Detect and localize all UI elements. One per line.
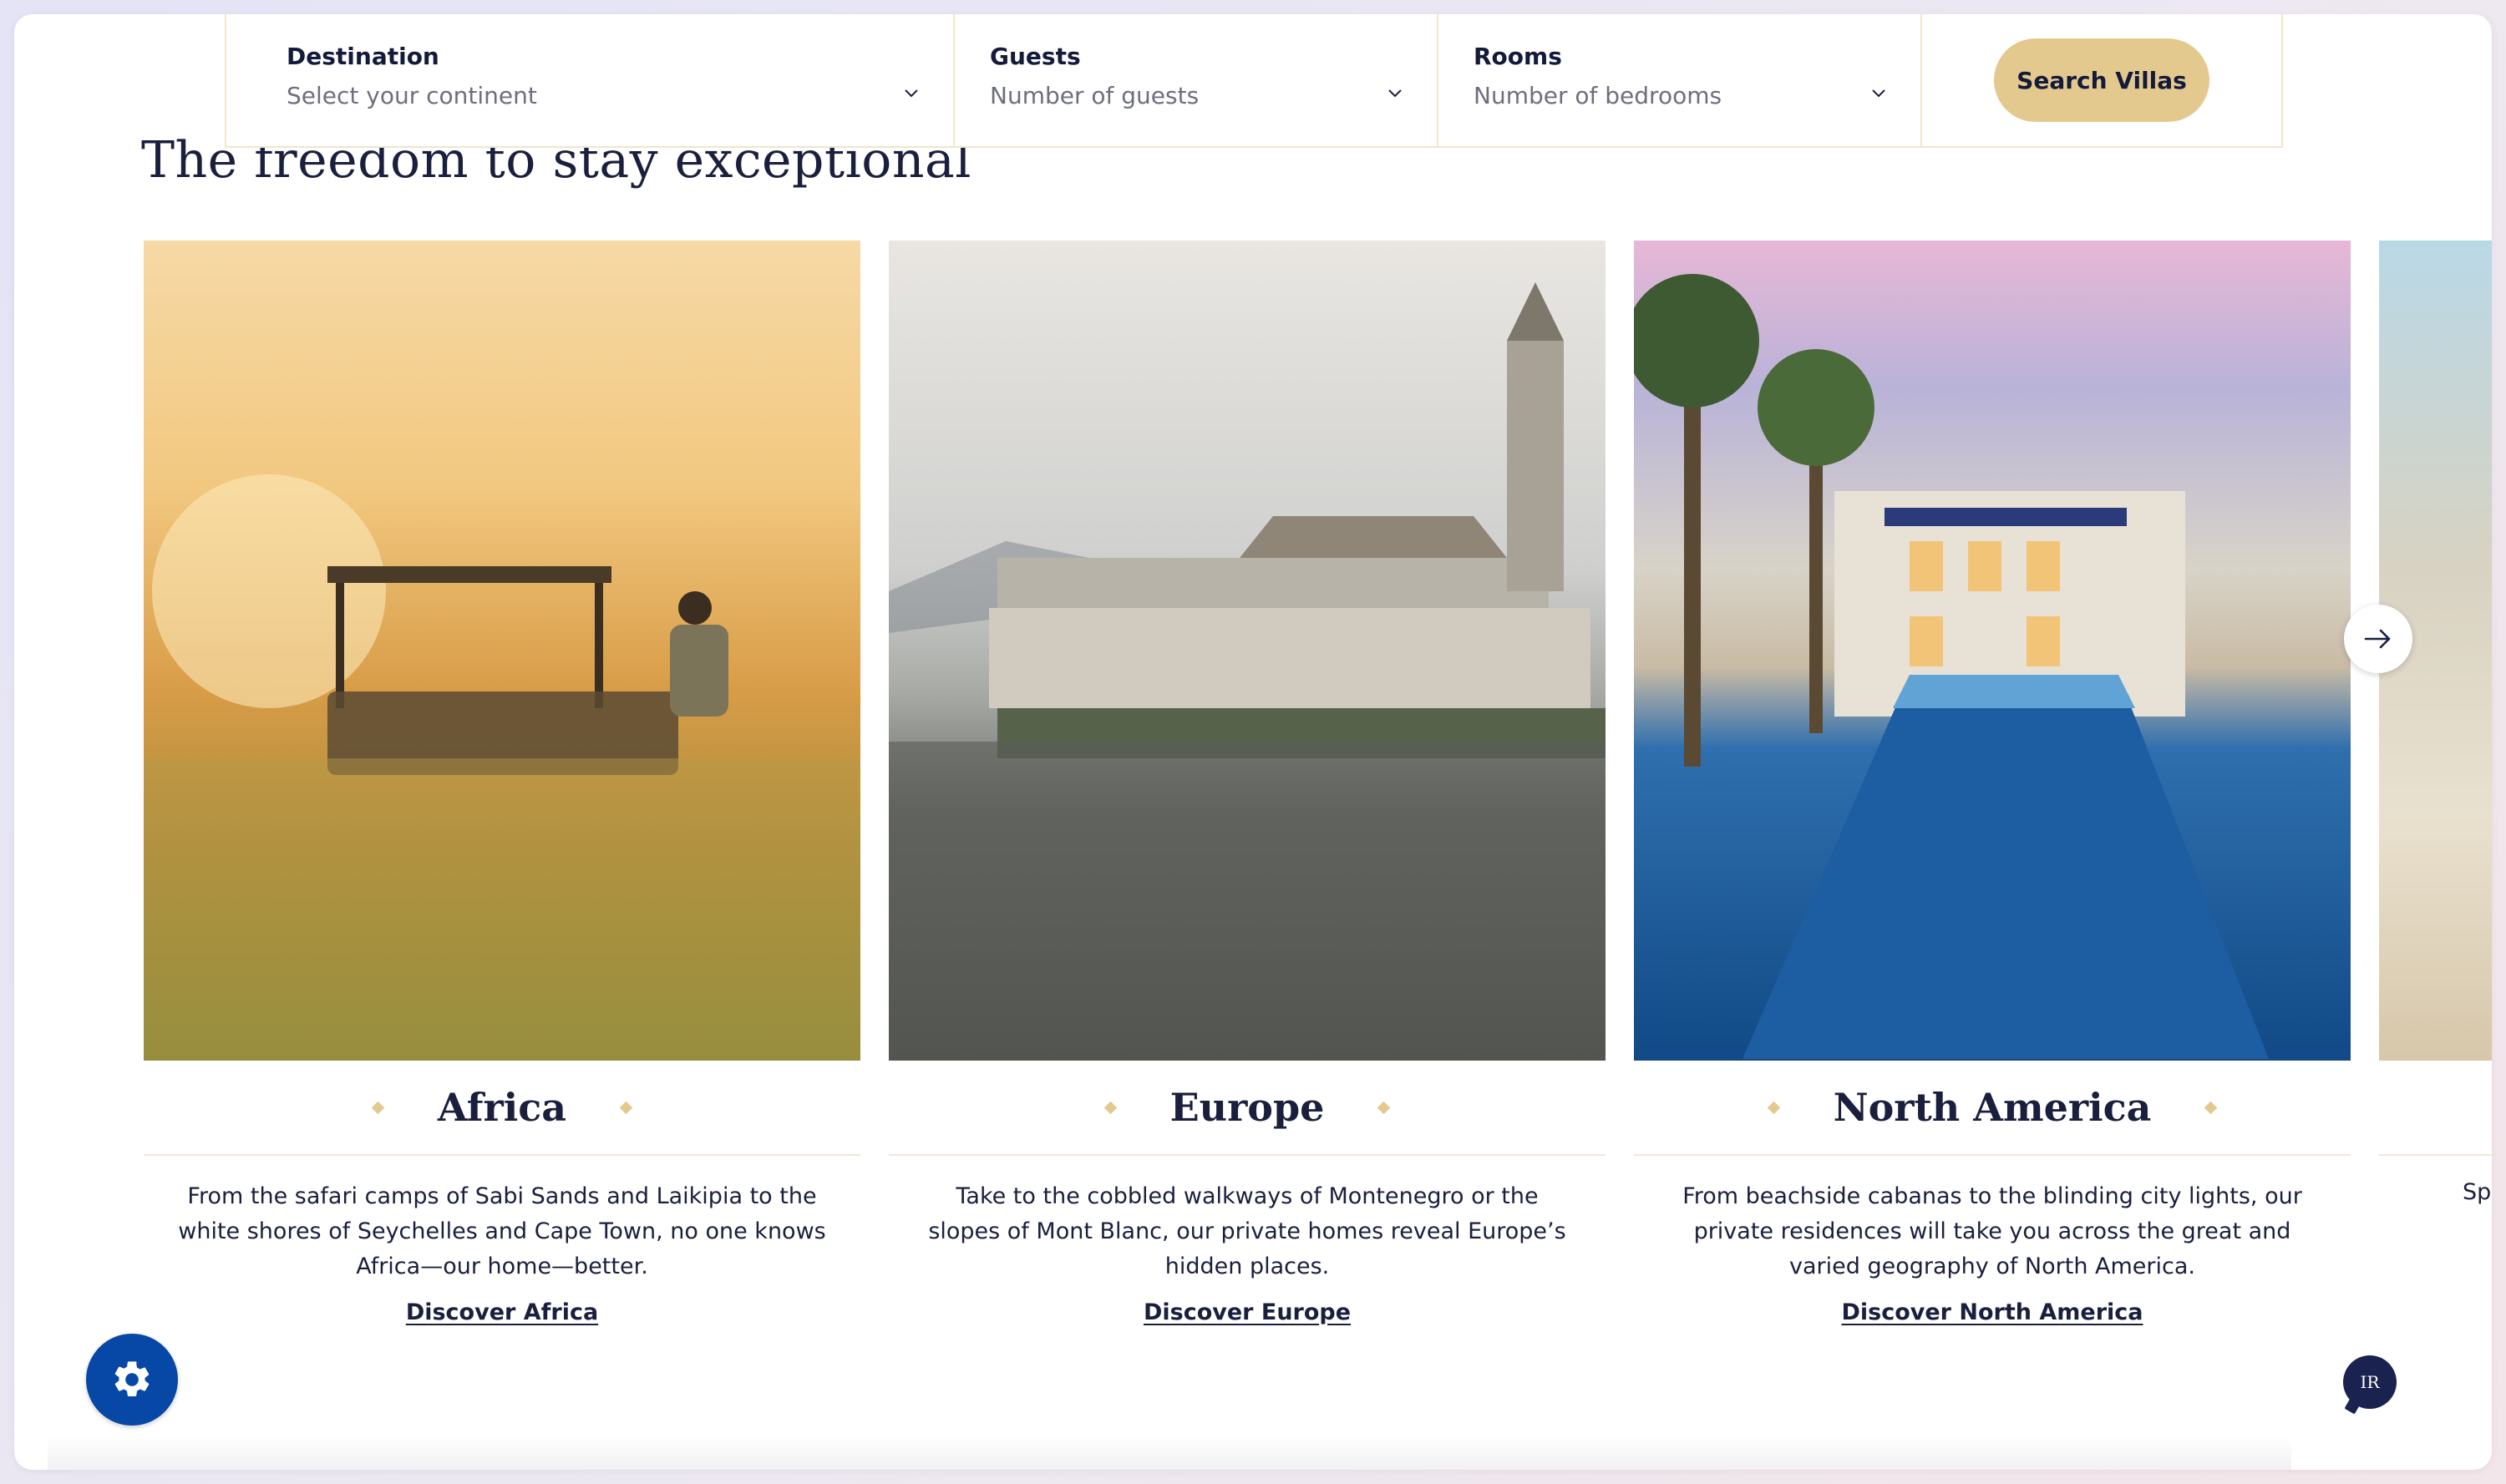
villa-search-bar: Destination Select your continent Guests… [225,14,2283,148]
diamond-icon [1767,1101,1780,1114]
card-title-row: Europe [889,1061,1606,1156]
card-title-row: Africa [144,1061,860,1156]
chat-button[interactable]: IR [2343,1355,2397,1409]
chevron-down-icon [1385,83,1405,103]
bottom-shadow [48,1436,2291,1470]
diamond-icon [1103,1101,1117,1114]
search-villas-button[interactable]: Search Villas [1994,38,2209,122]
arrow-right-icon [2364,629,2391,649]
card-description: From the safari camps of Sabi Sands and … [178,1183,826,1279]
diamond-icon [371,1101,385,1114]
europe-image[interactable] [889,241,1606,1061]
gear-icon [114,1361,150,1396]
card-title: Africa [437,1085,567,1130]
destination-dropdown[interactable]: Destination Select your continent [226,14,955,146]
guests-label: Guests [990,43,1081,70]
chevron-down-icon [901,83,921,103]
diamond-icon [1377,1101,1391,1114]
diamond-icon [2204,1101,2218,1114]
diamond-icon [619,1101,633,1114]
browser-viewport: The freedom to stay exceptional Destinat… [14,14,2492,1470]
rooms-dropdown[interactable]: Rooms Number of bedrooms [1438,14,1922,146]
destination-card-europe: Europe Take to the cobbled walkways of M… [889,241,1606,1325]
destination-label: Destination [287,43,439,70]
card-description: Sp [2463,1179,2492,1205]
discover-north-america-link[interactable]: Discover North America [1634,1299,2351,1325]
destination-card-africa: Africa From the safari camps of Sabi San… [144,241,860,1325]
guests-dropdown[interactable]: Guests Number of guests [955,14,1438,146]
africa-image[interactable] [144,241,860,1061]
cookie-settings-button[interactable] [86,1334,178,1426]
destination-card-partial: Sp [2379,241,2492,1205]
discover-africa-link[interactable]: Discover Africa [144,1299,860,1325]
card-title-row: North America [1634,1061,2351,1156]
guests-value: Number of guests [990,82,1200,109]
destination-card-north-america: North America From beachside cabanas to … [1634,241,2351,1325]
rooms-label: Rooms [1474,43,1562,70]
discover-europe-link[interactable]: Discover Europe [889,1299,1606,1325]
card-title: North America [1833,1085,2152,1130]
carousel-next-button[interactable] [2344,605,2412,673]
rooms-value: Number of bedrooms [1474,82,1722,109]
card-title-row [2379,1061,2492,1156]
card-description: From beachside cabanas to the blinding c… [1682,1183,2302,1279]
north-america-image[interactable] [1634,241,2351,1061]
card-title: Europe [1169,1085,1325,1130]
card-description: Take to the cobbled walkways of Monteneg… [928,1183,1566,1279]
destination-value: Select your continent [287,82,537,109]
search-button-cell: Search Villas [1922,14,2281,146]
chevron-down-icon [1869,83,1889,103]
